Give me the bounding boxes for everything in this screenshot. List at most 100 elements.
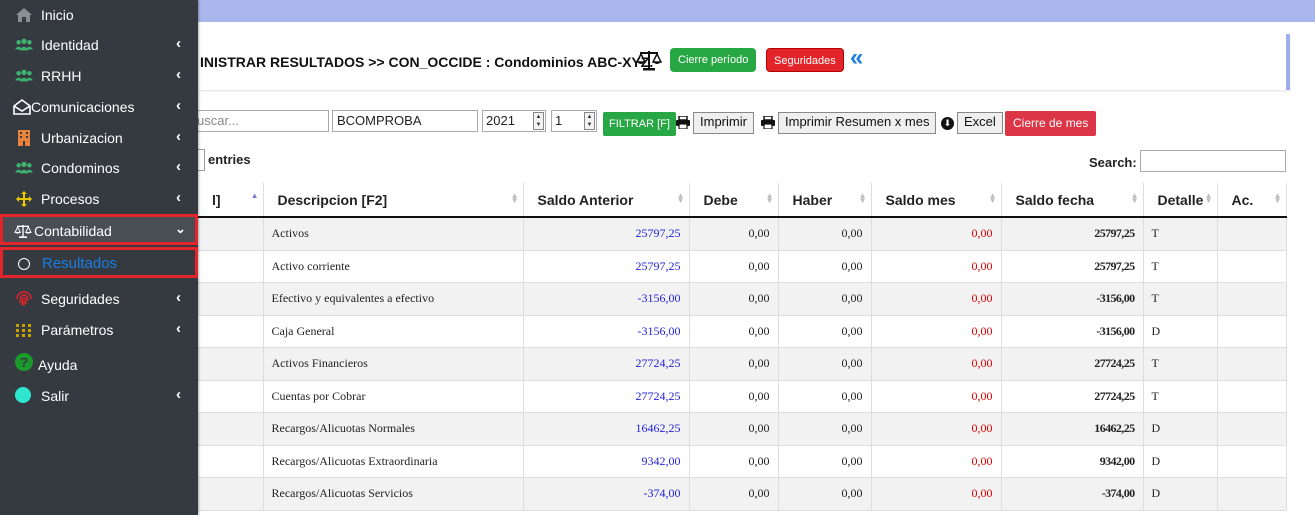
account-input[interactable]: BCOMPROBA [332, 110, 478, 132]
chevron-down-icon: ⌄ [175, 221, 186, 236]
table-row[interactable]: Activos Financieros 27724,25 0,00 0,00 0,00 2… [198, 347, 1287, 381]
cierre-periodo-button[interactable]: Cierre período [670, 48, 757, 72]
stepper-arrows-icon[interactable]: ▲ ▼ [584, 112, 595, 130]
cell-acciones [1217, 412, 1287, 446]
table-row[interactable]: Activos 25797,25 0,00 0,00 0,00 25797,25 T [198, 217, 1287, 251]
sidebar-item-identidad[interactable]: Identidad ‹ [0, 30, 198, 60]
col-header-saldo-mes[interactable]: Saldo mes ▲ ▼ [871, 183, 1002, 218]
sidebar-item-parametros[interactable]: Parámetros ‹ [0, 315, 198, 345]
cell-saldo-anterior: 16462,25 [523, 412, 690, 446]
col-header-descripcion[interactable]: Descripcion [F2] ▲ ▼ [263, 183, 524, 218]
cell-debe: 0,00 [689, 477, 779, 511]
fingerprint-icon [16, 291, 32, 306]
cell-saldo-mes: 0,00 [871, 282, 1002, 316]
col-header-saldo-fecha[interactable]: Saldo fecha ▲ ▼ [1001, 183, 1144, 218]
sort-icon: ▲ ▼ [510, 191, 519, 205]
cell-saldo-anterior: 25797,25 [523, 217, 690, 251]
cell-saldo-fecha: 25797,25 [1001, 217, 1144, 251]
question-circle-icon: ? [15, 353, 33, 371]
table-row[interactable]: Recargos/Alicuotas Servicios -374,00 0,00 0… [198, 477, 1287, 511]
table-search-input[interactable] [1140, 150, 1286, 172]
main-content: INISTRAR RESULTADOS >> CON_OCCIDE : Cond… [192, 22, 1315, 515]
cell-saldo-mes: 0,00 [871, 250, 1002, 283]
excel-button[interactable]: Excel [957, 112, 1003, 134]
cell-debe: 0,00 [689, 315, 779, 348]
sort-icon: ▲ ▼ [1204, 191, 1213, 205]
cell-acciones [1217, 445, 1287, 478]
seguridades-button[interactable]: Seguridades [766, 48, 844, 72]
entries-select[interactable] [198, 149, 205, 171]
sidebar-item-seguridades[interactable]: Seguridades ‹ [0, 284, 198, 314]
sidebar-item-resultados[interactable]: Resultados [0, 247, 198, 278]
chevron-left-icon: ‹ [176, 189, 181, 206]
table-row[interactable]: Caja General -3156,00 0,00 0,00 0,00 -3156,00… [198, 315, 1287, 348]
sidebar-item-contabilidad[interactable]: Contabilidad ⌄ [0, 214, 198, 245]
sidebar-item-procesos[interactable]: Procesos ‹ [0, 184, 198, 214]
cell-saldo-mes: 0,00 [871, 477, 1002, 511]
cell-detalle: T [1143, 217, 1218, 251]
table-row[interactable]: Recargos/Alicuotas Extraordinaria 9342,00… [198, 445, 1287, 478]
cell-codigo [198, 412, 264, 446]
imprimir-button[interactable]: Imprimir [693, 112, 754, 134]
sidebar-item-inicio[interactable]: Inicio [0, 0, 198, 30]
home-icon [16, 8, 32, 22]
cell-saldo-fecha: 9342,00 [1001, 445, 1144, 478]
cell-codigo [198, 250, 264, 283]
cell-saldo-fecha: 25797,25 [1001, 250, 1144, 283]
cell-acciones [1217, 380, 1287, 413]
users-icon [15, 161, 33, 174]
cell-detalle: D [1143, 445, 1218, 478]
entries-label: entries [208, 152, 251, 167]
cell-codigo [198, 477, 264, 511]
month-stepper[interactable]: 1 ▲ ▼ [551, 110, 597, 132]
cell-descripcion: Caja General [263, 315, 524, 348]
sidebar-item-salir[interactable]: Salir ‹ [0, 381, 198, 411]
table-row[interactable]: Cuentas por Cobrar 27724,25 0,00 0,00 0,00 27… [198, 380, 1287, 413]
col-header-saldo-anterior[interactable]: Saldo Anterior ▲ ▼ [523, 183, 690, 218]
col-header-detalle[interactable]: Detalle ▲ ▼ [1143, 183, 1218, 218]
cell-debe: 0,00 [689, 250, 779, 283]
imprimir-resumen-button[interactable]: Imprimir Resumen x mes [778, 112, 937, 134]
cell-debe: 0,00 [689, 412, 779, 446]
filtrar-button[interactable]: FILTRAR [F] [603, 112, 676, 136]
cell-saldo-mes: 0,00 [871, 445, 1002, 478]
cell-acciones [1217, 250, 1287, 283]
year-stepper[interactable]: 2021 ▲ ▼ [482, 110, 546, 132]
year-value: 2021 [486, 113, 515, 128]
balance-scale-icon [636, 51, 662, 71]
month-value: 1 [555, 113, 563, 128]
sidebar-item-urbanizacion[interactable]: Urbanizacion ‹ [0, 123, 198, 153]
sort-icon: ▲ ▼ [1130, 191, 1139, 205]
print-icon [676, 116, 690, 129]
stepper-arrows-icon[interactable]: ▲ ▼ [533, 112, 544, 130]
double-chevron-left-icon[interactable]: « [850, 46, 863, 70]
col-header-haber[interactable]: Haber ▲ ▼ [778, 183, 872, 218]
chevron-left-icon: ‹ [176, 35, 181, 52]
col-header-acciones[interactable]: Ac. ▲ ▼ [1217, 183, 1287, 218]
table-row[interactable]: Recargos/Alicuotas Normales 16462,25 0,00 0… [198, 412, 1287, 446]
col-header-debe[interactable]: Debe ▲ ▼ [689, 183, 779, 218]
sidebar-item-condominos[interactable]: Condominos ‹ [0, 153, 198, 183]
cell-codigo [198, 282, 264, 316]
cell-saldo-fecha: -3156,00 [1001, 282, 1144, 316]
cell-acciones [1217, 217, 1287, 251]
table-header-row: l] ▲ Descripcion [F2] ▲ ▼ Saldo Anterior ▲ ▼ … [198, 183, 1287, 218]
cell-descripcion: Activo corriente [263, 250, 524, 283]
sidebar-item-rrhh[interactable]: RRHH ‹ [0, 61, 198, 91]
table-row[interactable]: Efectivo y equivalentes a efectivo -3156,… [198, 282, 1287, 316]
cell-debe: 0,00 [689, 380, 779, 413]
envelope-open-icon [13, 99, 31, 115]
sidebar-item-comunicaciones[interactable]: Comunicaciones ‹ [0, 92, 198, 122]
col-header-codigo[interactable]: l] ▲ [198, 183, 264, 218]
cell-descripcion: Activos [263, 217, 524, 251]
search-input[interactable]: uscar... [192, 110, 329, 132]
cierre-de-mes-button[interactable]: Cierre de mes [1005, 111, 1097, 136]
cell-codigo [198, 315, 264, 348]
cell-descripcion: Activos Financieros [263, 347, 524, 381]
cell-haber: 0,00 [778, 477, 872, 511]
cell-debe: 0,00 [689, 217, 779, 251]
circle-icon [18, 258, 30, 270]
sort-icon: ▲ ▼ [1273, 191, 1282, 205]
sidebar-item-ayuda[interactable]: ? Ayuda [0, 350, 198, 380]
table-row[interactable]: Activo corriente 25797,25 0,00 0,00 0,00 2579… [198, 250, 1287, 283]
